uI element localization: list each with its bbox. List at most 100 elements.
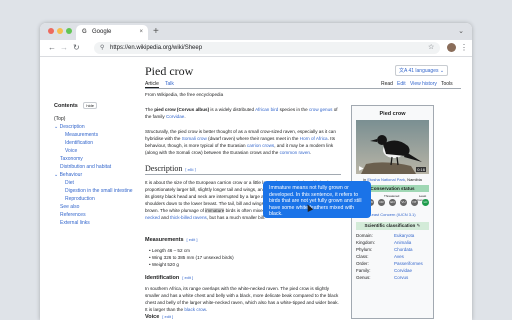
toc-item-distribution[interactable]: Distribution and habitat [54, 163, 134, 171]
definition-tooltip: Immature means not fully grown or develo… [263, 181, 371, 218]
taxon-value[interactable]: Animalia [394, 239, 411, 246]
list-item: • Weight 520 g [149, 262, 179, 267]
heading-text: Identification [145, 275, 180, 281]
heading-text: Measurements [145, 237, 184, 243]
highlighted-word[interactable]: immature [205, 208, 225, 213]
scientific-classification-header: Scientific classification ✎ [356, 222, 429, 230]
browser-window: G Google × + ⌄ ← → ↻ ⚲ https://en.wikipe… [40, 23, 472, 320]
cons-threatened-label: Threatened [384, 194, 400, 198]
text: is a widely distributed [209, 107, 256, 112]
minimize-window-dot[interactable] [57, 28, 63, 34]
toc-item-see-also[interactable]: See also [54, 203, 134, 211]
page-title: Pied crow [145, 64, 194, 78]
taxon-value[interactable]: Eukaryota [394, 232, 414, 239]
cons-lc: LC [422, 199, 429, 206]
tab-read[interactable]: Read [381, 81, 393, 87]
profile-avatar[interactable] [447, 43, 456, 52]
tab-tools[interactable]: Tools [441, 81, 453, 87]
tab-list-chevron-icon[interactable]: ⌄ [458, 27, 464, 35]
heading-text: Scientific classification [364, 223, 416, 228]
taxon-rank: Order: [356, 261, 369, 266]
link-thick-billed-ravens[interactable]: thick-billed ravens [170, 215, 207, 220]
link-somali-crow[interactable]: Somali crow [182, 136, 207, 141]
page-tabs: Article Talk Read Edit View history Tool… [145, 80, 461, 89]
taxon-value[interactable]: Corvus [394, 274, 408, 281]
infobox-title: Pied crow [379, 111, 406, 117]
tab-close-icon[interactable]: × [139, 29, 143, 35]
language-button[interactable]: 文A 41 languages ⌄ [395, 65, 449, 76]
taxon-value[interactable]: Corvidae [394, 267, 412, 274]
toc-item-taxonomy[interactable]: Taxonomy [54, 155, 134, 163]
link-african-bird[interactable]: African bird [255, 107, 278, 112]
toc-item-references[interactable]: References [54, 211, 134, 219]
taxon-row: Class: Aves [356, 253, 429, 260]
taxon-rank: Kingdom: [356, 240, 376, 245]
cons-nt: NT [411, 199, 418, 206]
back-arrow-icon[interactable]: ← [48, 43, 56, 52]
taxon-value[interactable]: Passeriformes [394, 260, 423, 267]
link-etosha[interactable]: Etosha National Park [367, 177, 405, 182]
taxon-value[interactable]: Aves [394, 253, 404, 260]
toc-item-behaviour[interactable]: ⌄ Behaviour [54, 171, 134, 179]
forward-arrow-icon[interactable]: → [60, 43, 68, 52]
link-black-crow[interactable]: black crow [184, 307, 205, 312]
toc-item-top[interactable]: (Top) [54, 115, 134, 123]
link-carrion-crows[interactable]: carrion crows [247, 143, 274, 148]
toc-item-voice[interactable]: Voice [54, 147, 134, 155]
toc-sidebar: Contents hide (Top) ⌄ Description Measur… [54, 102, 134, 227]
taxon-rank: Domain: [356, 233, 373, 238]
new-tab-button[interactable]: + [153, 26, 159, 37]
toc-item-measurements[interactable]: Measurements [54, 131, 134, 139]
edit-link[interactable]: [ edit ] [185, 167, 196, 172]
google-favicon-icon: G [82, 29, 87, 35]
site-info-icon[interactable]: ⚲ [100, 44, 104, 51]
measurements-list: • Length 46 – 52 cm • Wing 326 to 385 mm… [149, 247, 345, 268]
close-window-dot[interactable] [48, 28, 54, 34]
browser-tab[interactable]: G Google × [76, 25, 148, 40]
measurement-length: Length 46 – 52 cm [151, 248, 190, 253]
edit-link[interactable]: [ edit ] [162, 314, 173, 319]
maximize-window-dot[interactable] [66, 28, 72, 34]
scientific-name: (Corvus albus) [175, 107, 210, 112]
language-label: 41 languages [408, 68, 439, 74]
from-wikipedia: From Wikipedia, the free encyclopedia [145, 92, 224, 97]
toc-item-diet[interactable]: Diet [54, 179, 134, 187]
edit-link[interactable]: [ edit ] [182, 275, 193, 280]
taxon-rank: Family: [356, 268, 371, 273]
text: , Namibia [404, 177, 422, 182]
taxon-rank: Class: [356, 254, 369, 259]
taxon-value[interactable]: Chordata [394, 246, 413, 253]
toc-item-digestion[interactable]: Digestion in the small intestine [54, 187, 134, 195]
tab-title: Google [92, 29, 112, 35]
tab-view-history[interactable]: View history [410, 81, 437, 87]
link-corvidae[interactable]: Corvidae [166, 114, 184, 119]
link-crow-genus[interactable]: crow genus [309, 107, 333, 112]
voice-heading: Voice[ edit ] [145, 314, 173, 320]
reload-icon[interactable]: ↻ [73, 43, 80, 52]
video-duration: 0:16 [416, 167, 426, 172]
link-horn-of-africa[interactable]: Horn of Africa [300, 136, 328, 141]
taxon-row: Genus: Corvus [356, 274, 429, 281]
toc-item-label: Behaviour [59, 172, 83, 178]
taxon-row: Phylum: Chordata [356, 246, 429, 253]
tab-talk[interactable]: Talk [165, 81, 174, 87]
tab-edit[interactable]: Edit [397, 81, 406, 87]
tab-article[interactable]: Article [145, 81, 159, 88]
edit-pencil-icon[interactable]: ✎ [417, 223, 421, 228]
toc-hide-button[interactable]: hide [83, 102, 97, 109]
text: . [184, 114, 186, 119]
toc-item-external-links[interactable]: External links [54, 219, 134, 227]
toc-item-description[interactable]: ⌄ Description [54, 123, 134, 131]
browser-menu-icon[interactable]: ⋮ [460, 43, 468, 52]
toc-item-identification[interactable]: Identification [54, 139, 134, 147]
link-common-raven[interactable]: common raven [280, 150, 310, 155]
edit-link[interactable]: [ edit ] [187, 237, 198, 242]
toc-item-reproduction[interactable]: Reproduction [54, 195, 134, 203]
address-bar[interactable]: ⚲ https://en.wikipedia.org/wiki/Sheep [94, 42, 440, 54]
url-text: https://en.wikipedia.org/wiki/Sheep [110, 45, 203, 51]
crow-illustration [361, 135, 422, 174]
bookmark-star-icon[interactable]: ☆ [428, 43, 434, 51]
pied-crow-photo[interactable]: ▶ 0:16 [356, 120, 429, 174]
description-heading: Description[ edit ] [145, 164, 341, 175]
play-icon[interactable]: ▶ [359, 165, 364, 172]
